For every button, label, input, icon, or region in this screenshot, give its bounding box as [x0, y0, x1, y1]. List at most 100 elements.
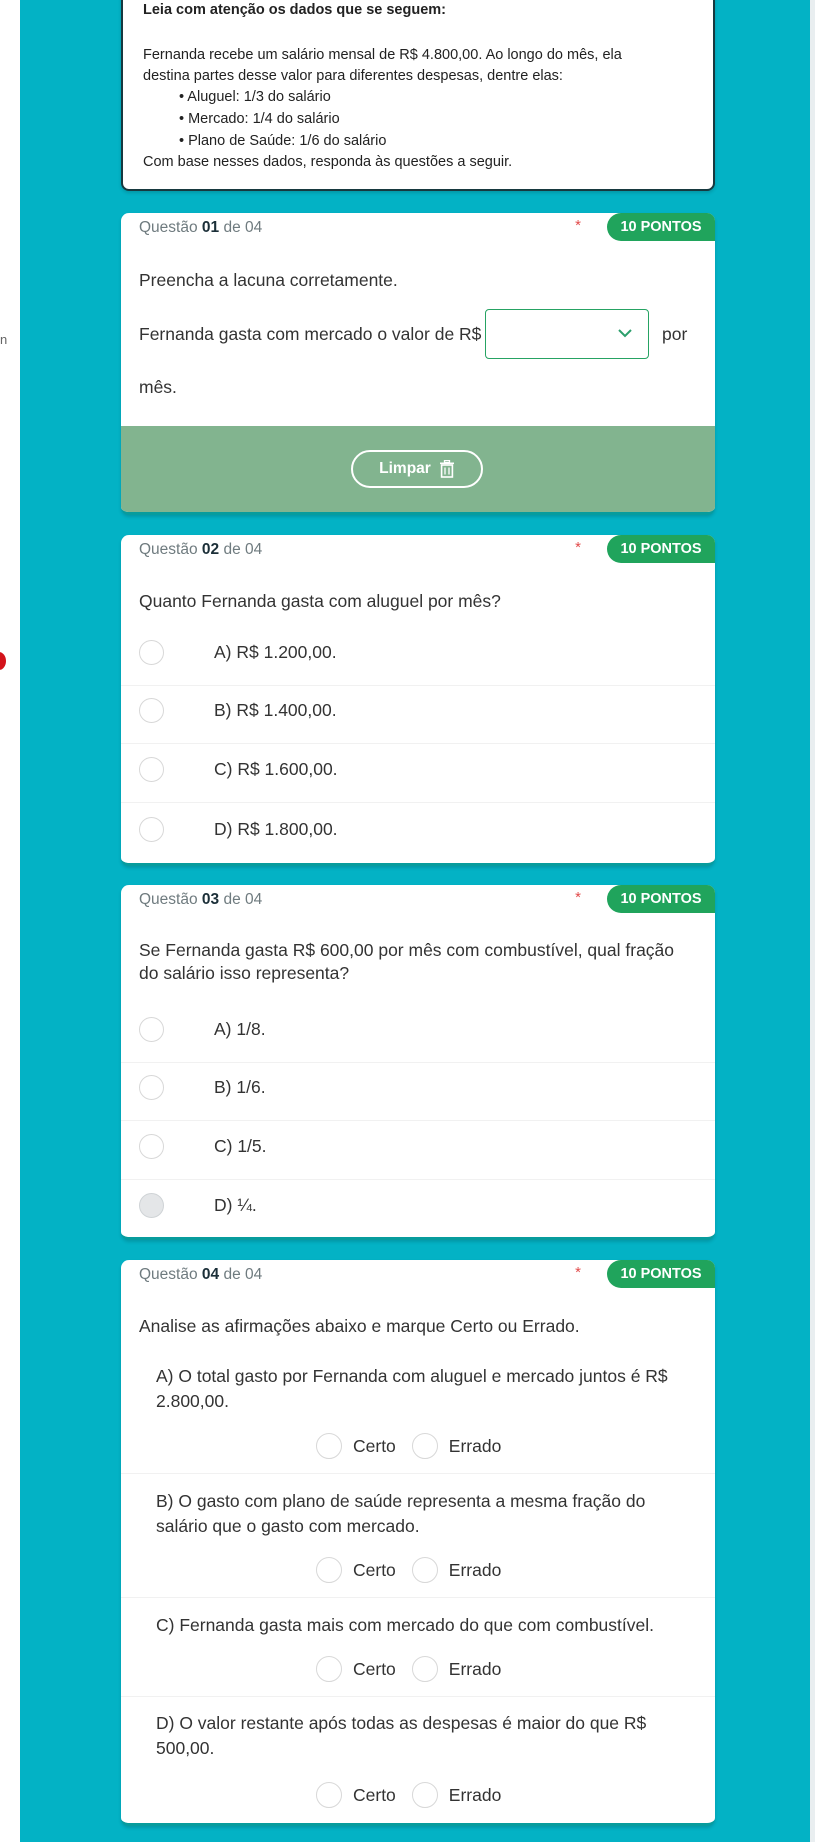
option-label: D) ¼. [214, 1195, 257, 1215]
radio-button[interactable] [139, 817, 164, 842]
statement-text: B) O gasto com plano de saúde representa… [156, 1489, 686, 1539]
certo-radio[interactable] [316, 1656, 342, 1682]
statement-text: D) O valor restante após todas as despes… [156, 1711, 686, 1761]
option-d[interactable]: D) ¼. [121, 1181, 715, 1237]
option-a[interactable]: A) 1/8. [121, 1005, 715, 1063]
option-label: C) R$ 1.600,00. [214, 759, 338, 779]
chevron-down-icon [618, 329, 632, 338]
statement-a: A) O total gasto por Fernanda com alugue… [121, 1350, 715, 1474]
option-b[interactable]: B) R$ 1.400,00. [121, 686, 715, 744]
option-label: B) 1/6. [214, 1077, 266, 1097]
certo-radio[interactable] [316, 1782, 342, 1808]
intro-line-2: destina partes desse valor para diferent… [143, 68, 563, 84]
question-1-sentence-after: por [662, 324, 688, 344]
certo-radio[interactable] [316, 1433, 342, 1459]
question-1-sentence-end: mês. [139, 377, 177, 397]
clear-button-label: Limpar [379, 460, 431, 477]
question-3-text-line-2: do salário isso representa? [139, 963, 350, 983]
certo-label: Certo [353, 1559, 396, 1580]
question-3-header: Questão 03 de 04 [139, 891, 262, 909]
option-b[interactable]: B) 1/6. [121, 1063, 715, 1121]
scroll-edge [810, 0, 815, 1842]
question-prefix: Questão [139, 541, 198, 558]
radio-button[interactable] [139, 757, 164, 782]
radio-button[interactable] [139, 1193, 164, 1218]
certo-errado-choices: Certo Errado [316, 1781, 517, 1809]
statement-line: 2.800,00. [156, 1391, 229, 1411]
question-number: 04 [201, 1266, 220, 1283]
question-1-header: Questão 01 de 04 [139, 219, 262, 237]
question-4-header: Questão 04 de 04 [139, 1266, 262, 1284]
statement-line: 500,00. [156, 1738, 215, 1758]
question-4-card: Questão 04 de 04 * 10 PONTOS Analise as … [121, 1260, 715, 1826]
intro-line-1: Fernanda recebe um salário mensal de R$ … [143, 47, 622, 63]
statement-line: A) O total gasto por Fernanda com alugue… [156, 1366, 668, 1386]
intro-bullet-rent: • Aluguel: 1/3 do salário [179, 89, 331, 105]
option-label: D) R$ 1.800,00. [214, 819, 338, 839]
intro-bullet-market: • Mercado: 1/4 do salário [179, 111, 340, 127]
radio-button[interactable] [139, 1134, 164, 1159]
intro-title: Leia com atenção os dados que se seguem: [143, 2, 446, 18]
question-1-instruction: Preencha a lacuna corretamente. [139, 270, 398, 290]
trash-icon [439, 460, 454, 478]
question-prefix: Questão [139, 219, 198, 236]
question-2-text: Quanto Fernanda gasta com aluguel por mê… [139, 591, 501, 611]
statement-line: B) O gasto com plano de saúde representa… [156, 1491, 646, 1511]
question-total: de 04 [223, 541, 263, 558]
option-c[interactable]: C) 1/5. [121, 1122, 715, 1180]
points-badge: 10 PONTOS [607, 535, 715, 563]
option-label: C) 1/5. [214, 1136, 267, 1156]
left-edge-text: n [0, 332, 8, 347]
notification-dot [0, 652, 6, 670]
question-prefix: Questão [139, 1266, 198, 1283]
certo-label: Certo [353, 1784, 396, 1805]
radio-button[interactable] [139, 640, 164, 665]
option-label: B) R$ 1.400,00. [214, 700, 337, 720]
radio-button[interactable] [139, 1017, 164, 1042]
certo-radio[interactable] [316, 1557, 342, 1583]
certo-label: Certo [353, 1658, 396, 1679]
errado-label: Errado [448, 1435, 502, 1456]
points-badge: 10 PONTOS [607, 213, 715, 241]
question-total: de 04 [223, 219, 263, 236]
option-d[interactable]: D) R$ 1.800,00. [121, 805, 715, 863]
errado-radio[interactable] [411, 1782, 438, 1808]
statement-d: D) O valor restante após todas as despes… [121, 1697, 715, 1823]
certo-errado-choices: Certo Errado [316, 1655, 517, 1683]
question-total: de 04 [223, 1266, 263, 1283]
question-2-header: Questão 02 de 04 [139, 541, 262, 559]
question-number: 01 [201, 219, 220, 236]
statement-text: A) O total gasto por Fernanda com alugue… [156, 1364, 686, 1414]
errado-label: Errado [448, 1559, 502, 1580]
intro-closing: Com base nesses dados, responda às quest… [143, 154, 513, 170]
option-a[interactable]: A) R$ 1.200,00. [121, 628, 715, 686]
errado-label: Errado [448, 1784, 502, 1805]
required-star: * [575, 1264, 581, 1281]
errado-radio[interactable] [411, 1433, 438, 1459]
question-1-sentence-before: Fernanda gasta com mercado o valor de R$ [139, 324, 482, 344]
intro-card: Leia com atenção os dados que se seguem:… [121, 0, 715, 191]
required-star: * [575, 889, 581, 906]
question-2-card: Questão 02 de 04 * 10 PONTOS Quanto Fern… [121, 535, 715, 866]
clear-bar: Limpar [121, 426, 715, 512]
statement-c: C) Fernanda gasta mais com mercado do qu… [121, 1598, 715, 1697]
certo-errado-choices: Certo Errado [316, 1556, 517, 1584]
points-badge: 10 PONTOS [607, 1260, 715, 1288]
statement-b: B) O gasto com plano de saúde representa… [121, 1474, 715, 1598]
errado-label: Errado [448, 1658, 502, 1679]
errado-radio[interactable] [411, 1557, 438, 1583]
statement-line: D) O valor restante após todas as despes… [156, 1713, 647, 1733]
answer-dropdown[interactable] [485, 309, 649, 359]
question-3-card: Questão 03 de 04 * 10 PONTOS Se Fernanda… [121, 885, 715, 1240]
points-badge: 10 PONTOS [607, 885, 715, 913]
question-3-text-line-1: Se Fernanda gasta R$ 600,00 por mês com … [139, 940, 675, 960]
question-1-card: Questão 01 de 04 * 10 PONTOS Preencha a … [121, 213, 715, 515]
radio-button[interactable] [139, 698, 164, 723]
errado-radio[interactable] [411, 1656, 438, 1682]
radio-button[interactable] [139, 1075, 164, 1100]
statement-line: C) Fernanda gasta mais com mercado do qu… [156, 1615, 654, 1635]
question-prefix: Questão [139, 891, 198, 908]
clear-button[interactable]: Limpar [351, 450, 483, 488]
question-total: de 04 [223, 891, 263, 908]
option-c[interactable]: C) R$ 1.600,00. [121, 745, 715, 803]
